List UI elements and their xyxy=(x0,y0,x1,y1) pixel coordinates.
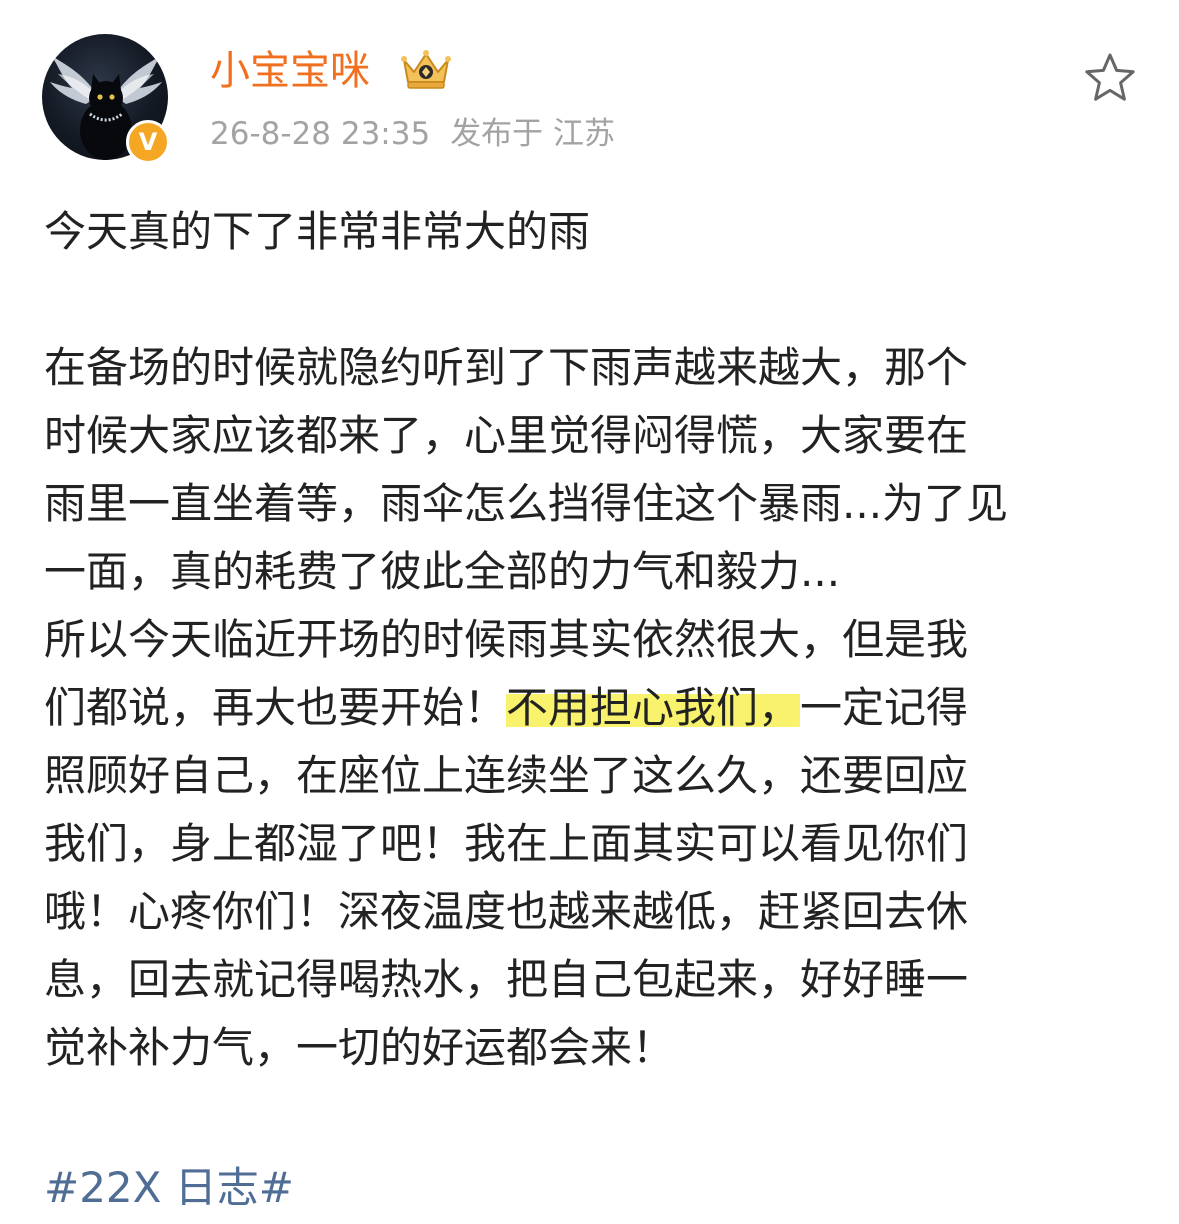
post-first-line: 今天真的下了非常非常大的雨 xyxy=(44,207,591,256)
post-body: 在备场的时候就隐约听到了下雨声越来越大，那个 时候大家应该都来了，心里觉得闷得慌… xyxy=(44,334,1144,1082)
post-meta: 26-8-28 23:35 发布于 江苏 xyxy=(210,112,615,156)
highlighted-text: 不用担心我们， xyxy=(506,683,801,732)
post-text-segment: 们都说，再大也要开始！ xyxy=(44,683,507,732)
post-line: 所以今天临近开场的时候雨其实依然很大，但是我 xyxy=(44,615,969,664)
post-line-highlighted: 们都说，再大也要开始！不用担心我们，一定记得 xyxy=(44,674,1144,742)
post-line: 哦！心疼你们！深夜温度也越来越低，赶紧回去休 xyxy=(44,887,969,936)
post-datetime: 26-8-28 23:35 xyxy=(210,116,431,152)
verified-badge: V xyxy=(126,120,170,164)
post-line: 照顾好自己，在座位上连续坐了这么久，还要回应 xyxy=(44,751,969,800)
post-line: 觉补补力气，一切的好运都会来！ xyxy=(44,1023,675,1072)
post-line: 我们，身上都湿了吧！我在上面其实可以看见你们 xyxy=(44,819,969,868)
post-line: 雨里一直坐着等，雨伞怎么挡得住这个暴雨...为了见 xyxy=(44,479,1009,528)
star-outline-icon[interactable] xyxy=(1082,50,1138,106)
post-location: 发布于 江苏 xyxy=(450,116,616,152)
post-line: 息，回去就记得喝热水，把自己包起来，好好睡一 xyxy=(44,955,969,1004)
post-text-segment: 一定记得 xyxy=(800,683,969,732)
post-line: 在备场的时候就隐约听到了下雨声越来越大，那个 xyxy=(44,343,969,392)
post-line: 时候大家应该都来了，心里觉得闷得慌，大家要在 xyxy=(44,411,969,460)
username[interactable]: 小宝宝咪 xyxy=(210,44,370,98)
crown-badge-icon[interactable] xyxy=(398,46,454,92)
hashtag-link[interactable]: #22X 日志# xyxy=(44,1158,294,1218)
post-line: 一面，真的耗费了彼此全部的力气和毅力... xyxy=(44,547,841,596)
